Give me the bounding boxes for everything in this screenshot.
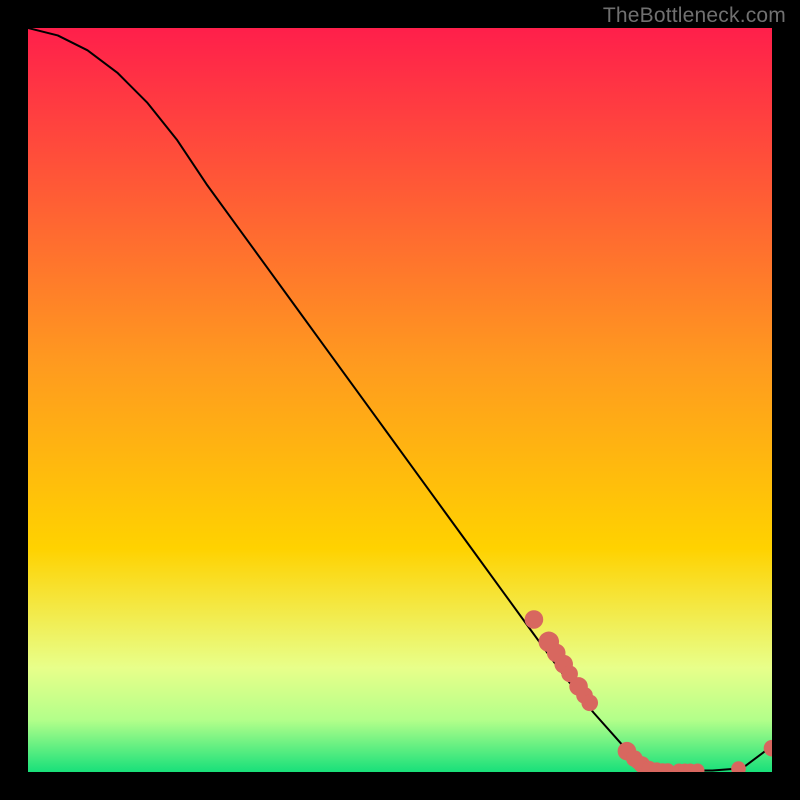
data-point (581, 694, 598, 711)
gradient-backdrop (28, 28, 772, 772)
watermark-label: TheBottleneck.com (603, 4, 786, 28)
chart-stage: TheBottleneck.com (0, 0, 800, 800)
plot-svg (28, 28, 772, 772)
data-point (525, 610, 544, 629)
plot-area (28, 28, 772, 772)
